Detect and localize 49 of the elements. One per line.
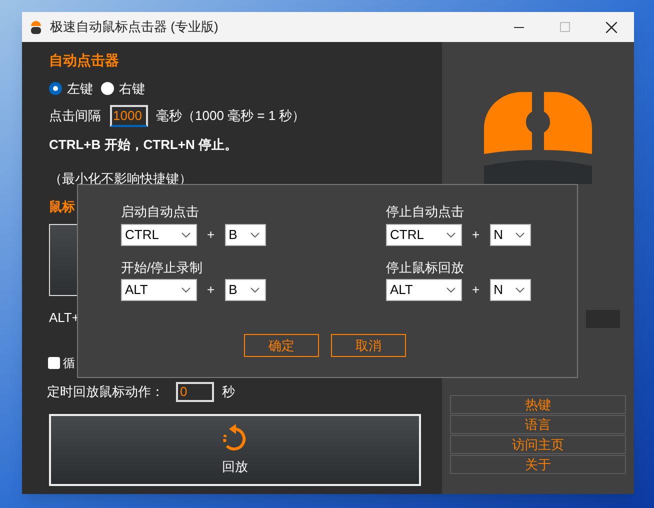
section-title: 自动点击器 xyxy=(49,51,120,70)
timer-unit: 秒 xyxy=(222,382,235,401)
cancel-button[interactable]: 取消 xyxy=(331,334,406,357)
section-title: 鼠标 xyxy=(49,198,75,216)
menu-button[interactable]: 访问主页 xyxy=(450,435,626,454)
radio-button[interactable]: 右键 xyxy=(101,79,145,98)
dropdown[interactable]: CTRL xyxy=(386,224,462,246)
chevron-down-icon xyxy=(446,232,456,238)
plus-sign: + xyxy=(472,226,480,244)
close-icon xyxy=(606,22,616,32)
dropdown[interactable]: B xyxy=(224,279,266,301)
hotkey-label: 停止自动点击 xyxy=(386,203,464,221)
timer-input[interactable]: 0 xyxy=(176,382,214,402)
dropdown[interactable]: B xyxy=(224,224,266,246)
chevron-down-icon xyxy=(250,287,260,293)
plus-sign: + xyxy=(472,281,480,300)
interval-hint: 毫秒（1000 毫秒 = 1 秒） xyxy=(156,106,306,125)
chevron-down-icon xyxy=(514,232,525,238)
chevron-down-icon xyxy=(446,287,456,293)
menu-button[interactable]: 语言 xyxy=(450,415,626,434)
hotkey-label: 开始/停止录制 xyxy=(121,258,203,276)
hotkey-label: 停止鼠标回放 xyxy=(386,258,464,276)
window-title: 极速自动鼠标点击器 (专业版) xyxy=(50,18,218,36)
chevron-down-icon xyxy=(250,232,260,238)
interval-label: 点击间隔 xyxy=(49,106,101,125)
mouse-icon xyxy=(30,19,42,35)
ok-button[interactable]: 确定 xyxy=(244,334,319,357)
dropdown[interactable]: N xyxy=(490,279,531,301)
chevron-down-icon xyxy=(181,232,191,238)
radio-button[interactable]: 左键 xyxy=(49,79,93,98)
mouse-logo-icon xyxy=(484,90,592,184)
timer-label: 定时回放鼠标动作： xyxy=(47,382,164,401)
dropdown[interactable]: CTRL xyxy=(121,224,197,246)
dropdown[interactable]: ALT xyxy=(386,279,462,301)
hotkey-note: ALT+ xyxy=(49,309,80,327)
dropdown[interactable]: ALT xyxy=(121,279,197,301)
dropdown[interactable]: N xyxy=(490,224,531,246)
plus-sign: + xyxy=(207,226,215,244)
hotkey-label: 启动自动点击 xyxy=(121,203,199,221)
hotkey-note: CTRL+B 开始，CTRL+N 停止。 xyxy=(49,136,238,154)
menu-button[interactable]: 热键 xyxy=(450,395,626,414)
loop-label: 循 xyxy=(63,354,75,372)
replay-button[interactable]: 回放 xyxy=(49,414,421,486)
checkbox[interactable] xyxy=(48,356,60,368)
chevron-down-icon xyxy=(181,287,191,293)
menu-button[interactable]: 关于 xyxy=(450,455,626,474)
plus-sign: + xyxy=(207,281,215,300)
chevron-down-icon xyxy=(514,287,525,293)
interval-input[interactable]: 1000 xyxy=(110,104,148,126)
